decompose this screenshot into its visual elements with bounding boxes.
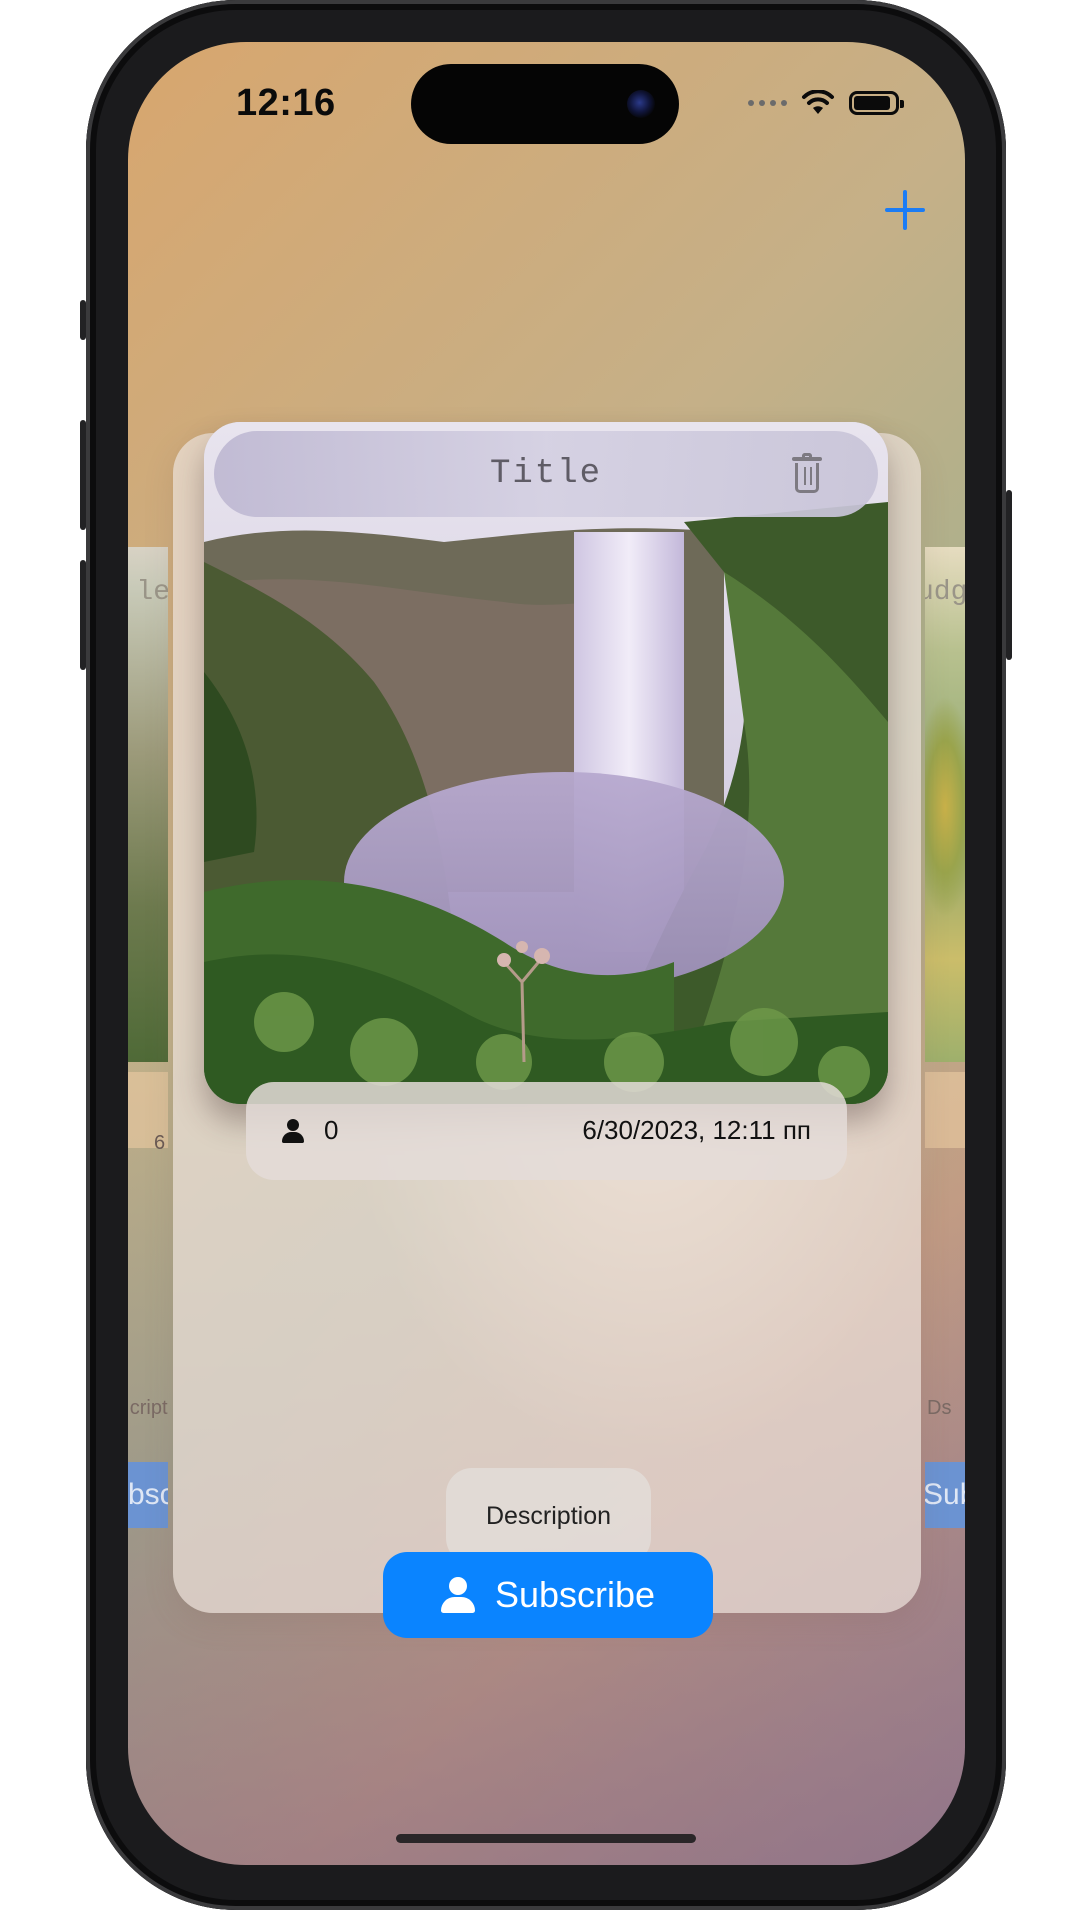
wifi-icon <box>802 90 834 114</box>
battery-icon <box>849 91 904 115</box>
previous-card-subscribe-button[interactable]: bsc <box>128 1462 168 1528</box>
event-photo <box>204 422 888 1104</box>
person-icon <box>440 1577 475 1613</box>
person-icon <box>282 1119 304 1143</box>
previous-card-description: cripti <box>129 1397 168 1419</box>
previous-card-photo <box>128 547 168 1062</box>
card-info-bar: 0 6/30/2023, 12:11 пп <box>246 1082 847 1180</box>
signal-dots-icon <box>748 100 787 106</box>
app-screen: 12:16 le 6 cripti bsc udg Ds Subs <box>128 42 965 1865</box>
volume-down-button <box>80 560 86 670</box>
card-title-bar: Title <box>214 431 878 517</box>
status-indicators <box>748 86 904 120</box>
subscribe-button[interactable]: Subscribe <box>383 1552 713 1638</box>
volume-up-button <box>80 420 86 530</box>
next-card-photo <box>925 547 965 1062</box>
next-card[interactable]: udg Ds Subs <box>925 547 965 1577</box>
previous-card[interactable]: le 6 cripti bsc <box>128 547 168 1577</box>
next-card-description: Ds <box>927 1397 952 1419</box>
subscribe-label: Subscribe <box>494 1574 656 1615</box>
previous-card-count: 6 <box>154 1132 166 1154</box>
status-time: 12:16 <box>236 82 336 124</box>
camera-icon <box>627 90 655 118</box>
card-title: Title <box>489 455 603 493</box>
subscriber-count: 0 <box>324 1115 339 1145</box>
mute-switch <box>80 300 86 340</box>
next-card-subscribe-button[interactable]: Subs <box>925 1462 965 1528</box>
dynamic-island <box>411 64 679 144</box>
trash-icon[interactable] <box>792 453 822 493</box>
home-indicator[interactable] <box>396 1834 696 1843</box>
next-card-info-bar <box>925 1072 965 1148</box>
add-button[interactable] <box>879 184 931 236</box>
previous-card-title: le <box>136 577 168 608</box>
event-date: 6/30/2023, 12:11 пп <box>582 1115 811 1145</box>
card-description: Description <box>446 1468 651 1564</box>
next-card-title: udg <box>925 577 965 608</box>
power-button <box>1006 490 1012 660</box>
waterfall-image <box>204 422 888 1104</box>
